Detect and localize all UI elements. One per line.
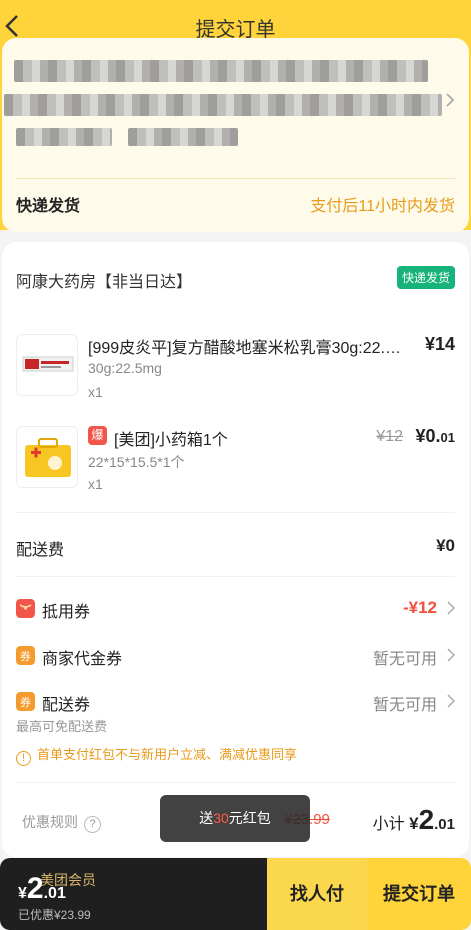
divider bbox=[16, 178, 455, 179]
contact-name bbox=[16, 128, 112, 146]
red-envelope-icon bbox=[16, 599, 35, 618]
delivery-coupon-value: 暂无可用 bbox=[372, 697, 437, 714]
divider bbox=[16, 576, 455, 577]
bottom-total: ¥2.01 bbox=[18, 872, 66, 906]
merchant-voucher-value: 暂无可用 bbox=[372, 651, 437, 668]
warning-text: 首单支付红包不与新用户立减、满减优惠同享 bbox=[37, 747, 298, 762]
subtotal-integer: 2 bbox=[418, 804, 435, 835]
bottom-currency: ¥ bbox=[18, 885, 27, 902]
total-panel: 美团会员 ¥2.01 已优惠¥23.99 bbox=[0, 858, 267, 930]
subtotal: 小计 ¥2.01 bbox=[373, 804, 455, 836]
svg-text:券: 券 bbox=[20, 695, 31, 709]
address-line-1 bbox=[14, 60, 428, 82]
delivery-method-label: 快递发货 bbox=[16, 198, 81, 215]
product-spec: 22*15*15.5*1个 bbox=[88, 454, 185, 470]
chevron-right-icon bbox=[447, 601, 455, 615]
product-quantity: x1 bbox=[88, 384, 103, 400]
coupon-value: -¥12 bbox=[402, 598, 437, 617]
coupon-row[interactable]: 抵用券 -¥12 bbox=[16, 598, 455, 622]
divider bbox=[16, 512, 455, 513]
checkout-bar: 美团会员 ¥2.01 已优惠¥23.99 找人付 提交订单 bbox=[0, 858, 471, 930]
store-name[interactable]: 阿康大药房【非当日达】 bbox=[16, 268, 192, 292]
saved-amount: 已优惠¥23.99 bbox=[18, 908, 91, 922]
submit-order-button[interactable]: 提交订单 bbox=[367, 858, 471, 930]
product-image bbox=[16, 334, 78, 396]
discount-rules-label: 优惠规则 bbox=[22, 814, 78, 830]
address-card[interactable]: 快递发货 支付后11小时内发货 bbox=[2, 38, 469, 232]
product-quantity: x1 bbox=[88, 476, 103, 492]
delivery-coupon-row[interactable]: 券 配送券 暂无可用 bbox=[16, 691, 455, 715]
red-packet-toast: 送30元红包 bbox=[160, 795, 310, 842]
order-card: 阿康大药房【非当日达】 快递发货 [999皮炎平]复方醋酸地塞米松乳膏30g:2… bbox=[2, 242, 469, 857]
divider bbox=[16, 782, 455, 783]
warning-icon: ! bbox=[16, 751, 31, 766]
toast-amount: 30 bbox=[213, 810, 229, 826]
voucher-icon: 券 bbox=[16, 692, 35, 711]
merchant-voucher-label: 商家代金券 bbox=[42, 651, 123, 668]
product-spec: 30g:22.5mg bbox=[88, 360, 162, 376]
product-name: [999皮炎平]复方醋酸地塞米松乳膏30g:22.5mg bbox=[88, 340, 408, 357]
chevron-right-icon bbox=[447, 694, 455, 708]
subtotal-label: 小计 bbox=[372, 816, 405, 833]
product-price: ¥0.01 bbox=[416, 426, 456, 447]
shipping-fee-row: 配送费 ¥0 bbox=[16, 536, 455, 560]
delivery-promise: 支付后11小时内发货 bbox=[310, 198, 455, 215]
product-price: ¥14 bbox=[424, 334, 455, 354]
delivery-coupon-note: 最高可免配送费 bbox=[16, 719, 108, 734]
chevron-right-icon bbox=[447, 648, 455, 662]
coupon-label: 抵用券 bbox=[42, 604, 91, 621]
svg-text:券: 券 bbox=[20, 649, 31, 663]
delivery-coupon-label: 配送券 bbox=[42, 697, 91, 714]
subtotal-decimal: .01 bbox=[434, 816, 455, 833]
price-cents: 01 bbox=[440, 430, 455, 445]
product-name: [美团]小药箱1个 bbox=[114, 432, 228, 449]
price-main: ¥0. bbox=[415, 426, 441, 446]
original-price: ¥12 bbox=[376, 428, 403, 445]
toast-prefix: 送 bbox=[199, 810, 214, 826]
chevron-right-icon bbox=[446, 93, 455, 107]
merchant-voucher-row[interactable]: 券 商家代金券 暂无可用 bbox=[16, 645, 455, 669]
delivery-badge: 快递发货 bbox=[396, 266, 455, 289]
discount-rules[interactable]: 优惠规则? bbox=[22, 812, 101, 833]
address-line-2 bbox=[4, 94, 442, 116]
shipping-fee-label: 配送费 bbox=[16, 542, 65, 559]
product-image bbox=[16, 426, 78, 488]
voucher-icon: 券 bbox=[16, 646, 35, 665]
subtotal-currency: ¥ bbox=[409, 814, 419, 833]
bottom-total-decimal: .01 bbox=[43, 885, 66, 902]
bottom-total-integer: 2 bbox=[26, 872, 44, 905]
question-icon[interactable]: ? bbox=[84, 816, 101, 833]
warning-message: ! 首单支付红包不与新用户立减、满减优惠同享 bbox=[16, 744, 297, 766]
shipping-fee-value: ¥0 bbox=[436, 536, 455, 555]
toast-suffix: 元红包 bbox=[228, 810, 271, 826]
contact-phone bbox=[128, 128, 238, 146]
find-payer-button[interactable]: 找人付 bbox=[267, 858, 367, 930]
hot-tag: 爆 bbox=[88, 426, 107, 445]
